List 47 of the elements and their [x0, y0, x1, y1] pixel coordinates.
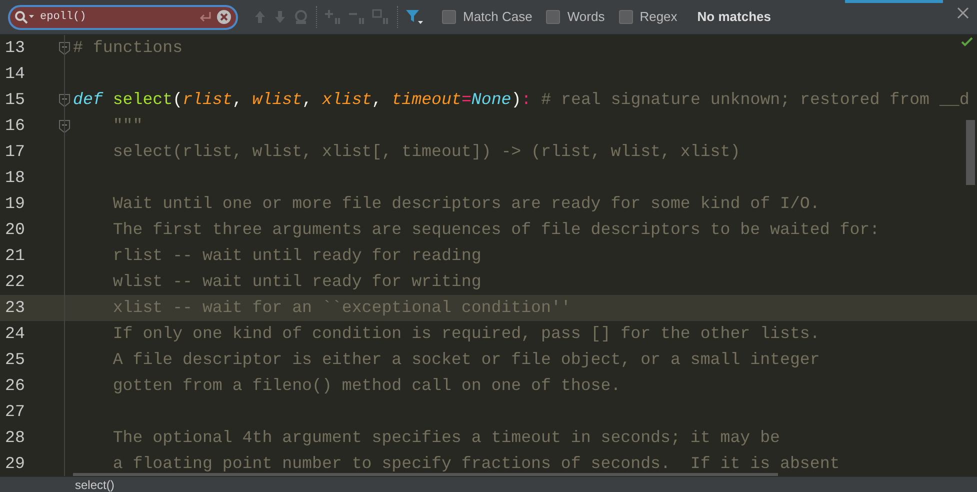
- code-line: select(rlist, wlist, xlist[, timeout]) -> (rlist, wlist, xlist): [112, 144, 740, 160]
- line-number: 17: [4, 140, 26, 163]
- fold-icon[interactable]: [58, 120, 70, 132]
- search-field[interactable]: epoll(): [8, 4, 238, 30]
- code-line: xlist -- wait for an ``exceptional condition'': [112, 300, 571, 316]
- code-line: a floating point number to specify fractions of seconds. If it is absent: [112, 456, 840, 472]
- code-line: gotten from a fileno() method call on one of those.: [112, 378, 621, 394]
- status-text: select(): [75, 478, 114, 492]
- search-icon[interactable]: [14, 10, 36, 24]
- code-line: Wait until one or more file descriptors are ready for some kind of I/O.: [112, 196, 820, 212]
- line-number: 19: [4, 192, 26, 215]
- code-line: """: [112, 118, 143, 134]
- line-number: 26: [4, 374, 26, 397]
- option-checkbox[interactable]: Match Case: [442, 7, 532, 27]
- code-line: The optional 4th argument specifies a timeout in seconds; it may be: [112, 430, 780, 446]
- code-line: rlist -- wait until ready for reading: [112, 248, 482, 264]
- vertical-scrollbar[interactable]: [966, 120, 975, 185]
- line-number: 18: [4, 166, 26, 189]
- option-checkbox[interactable]: Regex: [618, 7, 678, 27]
- fold-icon[interactable]: [58, 94, 70, 106]
- search-input[interactable]: epoll(): [40, 8, 180, 26]
- code-line: A file descriptor is either a socket or file object, or a small integer: [112, 352, 820, 368]
- line-number: 13: [4, 36, 26, 59]
- line-number: 28: [4, 426, 26, 449]
- fold-icon[interactable]: [58, 42, 70, 54]
- close-button[interactable]: [957, 5, 969, 20]
- line-number: 20: [4, 218, 26, 241]
- code-line: def select(rlist, wlist, xlist, timeout=None): # real signature unknown; restored from __d: [73, 92, 970, 108]
- line-number: 27: [4, 400, 26, 423]
- line-number: 15: [4, 88, 26, 111]
- line-number: 23: [4, 296, 26, 319]
- clear-icon[interactable]: [216, 9, 232, 25]
- enter-icon: [198, 11, 212, 23]
- code-line: wlist -- wait until ready for writing: [112, 274, 482, 290]
- line-number: 24: [4, 322, 26, 345]
- code-line: If only one kind of condition is required, pass [] for the other lists.: [112, 326, 820, 342]
- line-number: 14: [4, 62, 26, 85]
- check-icon: [961, 37, 973, 47]
- option-checkbox[interactable]: Words: [546, 7, 605, 27]
- line-number: 22: [4, 270, 26, 293]
- line-number: 29: [4, 452, 26, 475]
- match-status: No matches: [697, 8, 771, 26]
- line-number: 25: [4, 348, 26, 371]
- line-number: 16: [4, 114, 26, 137]
- code-line: # functions: [73, 40, 183, 56]
- code-line: The first three arguments are sequences of file descriptors to be waited for:: [112, 222, 880, 238]
- line-number: 21: [4, 244, 26, 267]
